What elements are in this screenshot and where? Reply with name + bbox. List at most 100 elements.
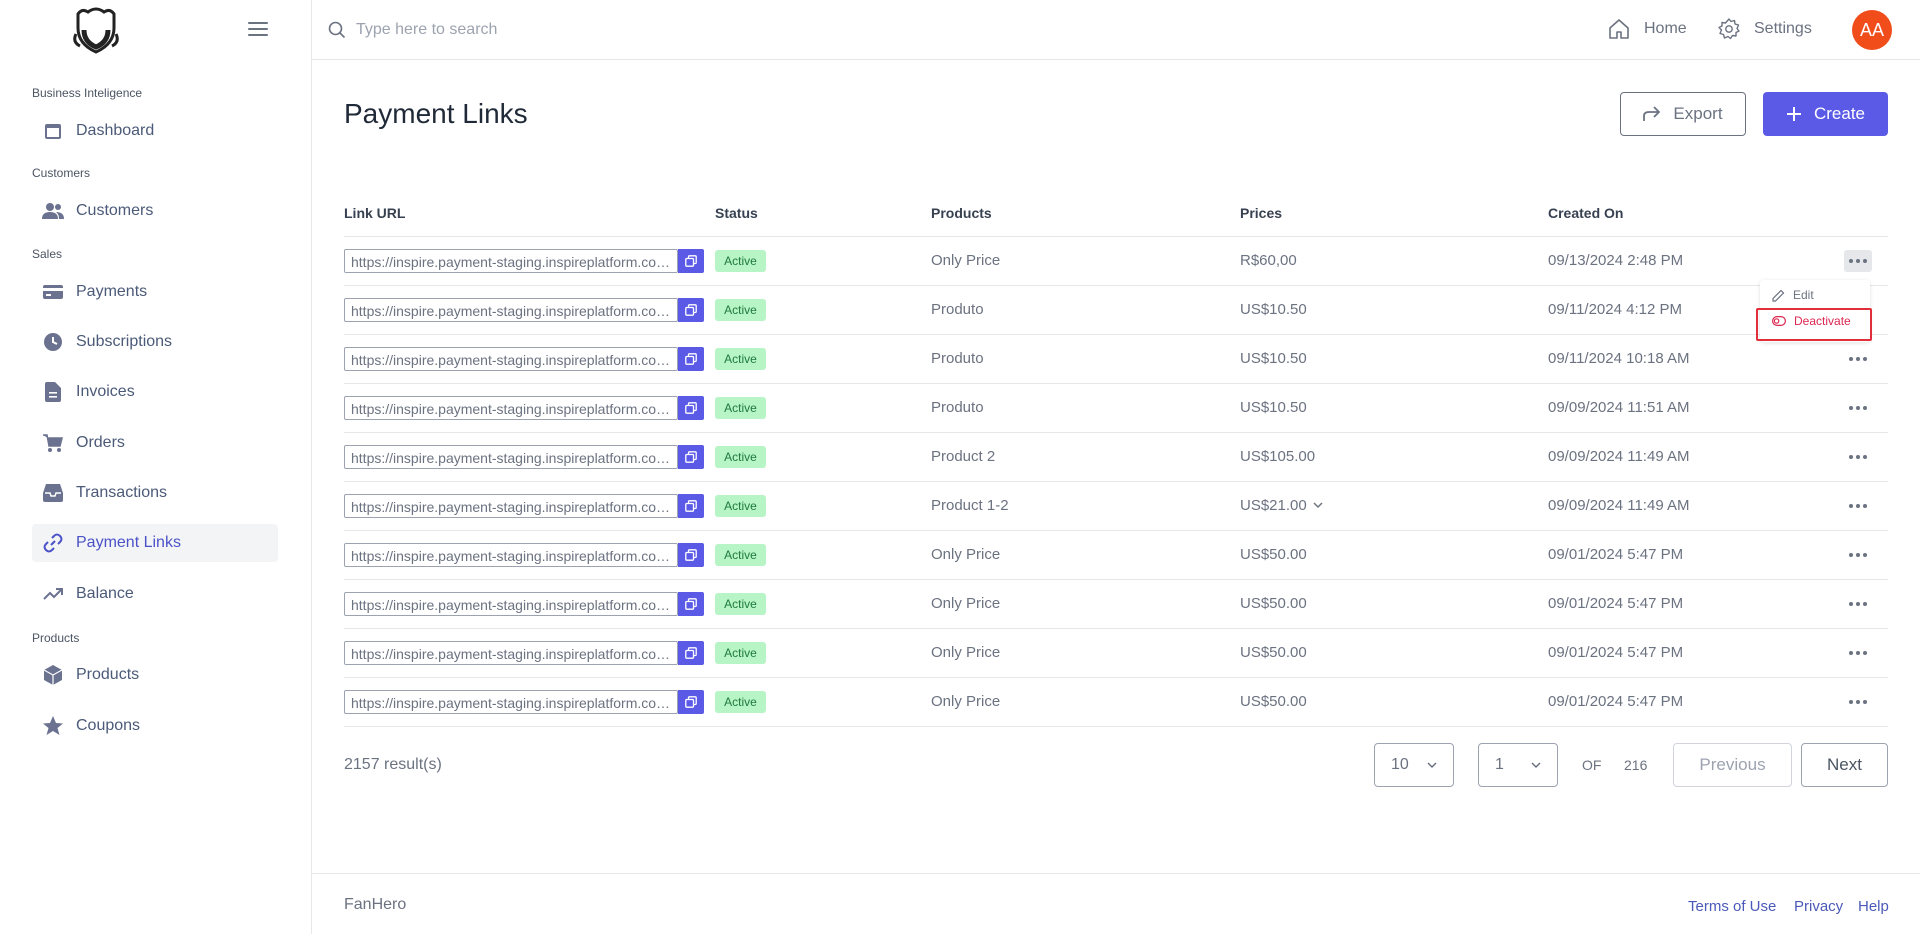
avatar[interactable]: AA xyxy=(1852,10,1892,50)
sidebar-item-subscriptions[interactable]: Subscriptions xyxy=(32,323,278,361)
status-badge: Active xyxy=(715,593,766,615)
created-on-cell: 09/11/2024 4:12 PM xyxy=(1548,301,1682,318)
sidebar-item-products[interactable]: Products xyxy=(32,656,278,694)
brand-logo-icon[interactable] xyxy=(68,6,124,54)
product-cell: Produto xyxy=(931,399,984,416)
copy-link-button[interactable] xyxy=(678,396,704,420)
copy-link-button[interactable] xyxy=(678,347,704,371)
row-more-actions-button[interactable] xyxy=(1844,544,1872,566)
menu-item-edit[interactable]: Edit xyxy=(1772,288,1814,302)
copy-icon xyxy=(685,549,697,561)
column-header-link-url[interactable]: Link URL xyxy=(344,205,405,221)
footer: FanHero Terms of Use Privacy Help xyxy=(312,873,1920,934)
status-badge: Active xyxy=(715,642,766,664)
footer-link-privacy[interactable]: Privacy xyxy=(1794,898,1843,915)
link-url-field[interactable]: https://inspire.payment-staging.inspirep… xyxy=(344,690,678,714)
credit-card-icon xyxy=(42,281,64,303)
sidebar-item-coupons[interactable]: Coupons xyxy=(32,707,278,745)
sidebar-item-payment-links[interactable]: Payment Links xyxy=(32,524,278,562)
row-more-actions-button[interactable] xyxy=(1844,691,1872,713)
status-badge: Active xyxy=(715,446,766,468)
link-url-field[interactable]: https://inspire.payment-staging.inspirep… xyxy=(344,494,678,518)
cube-icon xyxy=(42,664,64,686)
copy-link-button[interactable] xyxy=(678,690,704,714)
product-cell: Produto xyxy=(931,350,984,367)
section-title-business: Business Inteligence xyxy=(32,86,143,100)
row-more-actions-button[interactable] xyxy=(1844,593,1872,615)
home-link[interactable]: Home xyxy=(1608,18,1687,40)
copy-link-button[interactable] xyxy=(678,445,704,469)
product-cell: Product 1-2 xyxy=(931,497,1009,514)
search-input[interactable] xyxy=(356,18,956,42)
settings-link[interactable]: Settings xyxy=(1718,18,1812,40)
row-more-actions-button[interactable] xyxy=(1844,446,1872,468)
price-cell: US$10.50 xyxy=(1240,399,1307,416)
copy-link-button[interactable] xyxy=(678,592,704,616)
menu-toggle-icon[interactable] xyxy=(246,18,270,42)
page-title: Payment Links xyxy=(344,98,528,129)
price-cell: US$10.50 xyxy=(1240,301,1307,318)
price-cell: US$50.00 xyxy=(1240,595,1307,612)
section-title-customers: Customers xyxy=(32,166,91,180)
sidebar-item-label: Transactions xyxy=(76,484,167,501)
column-header-status[interactable]: Status xyxy=(715,205,758,221)
create-button[interactable]: Create xyxy=(1763,92,1888,136)
created-on-cell: 09/01/2024 5:47 PM xyxy=(1548,644,1684,661)
row-divider xyxy=(344,726,1888,727)
link-url-field[interactable]: https://inspire.payment-staging.inspirep… xyxy=(344,249,678,273)
price-cell: R$60,00 xyxy=(1240,252,1297,269)
copy-link-button[interactable] xyxy=(678,298,704,322)
copy-link-button[interactable] xyxy=(678,494,704,518)
link-url-field[interactable]: https://inspire.payment-staging.inspirep… xyxy=(344,396,678,420)
sidebar-item-balance[interactable]: Balance xyxy=(32,575,278,613)
menu-item-deactivate[interactable]: Deactivate xyxy=(1772,314,1851,328)
current-page-select[interactable]: 1 xyxy=(1478,743,1558,787)
sidebar-item-dashboard[interactable]: Dashboard xyxy=(32,112,278,150)
column-header-created-on[interactable]: Created On xyxy=(1548,205,1623,221)
next-button[interactable]: Next xyxy=(1801,743,1888,787)
previous-button[interactable]: Previous xyxy=(1673,743,1792,787)
link-url-field[interactable]: https://inspire.payment-staging.inspirep… xyxy=(344,641,678,665)
column-header-products[interactable]: Products xyxy=(931,205,992,221)
sidebar-item-transactions[interactable]: Transactions xyxy=(32,474,278,512)
row-divider xyxy=(344,530,1888,531)
sidebar-item-label: Products xyxy=(76,666,140,683)
sidebar-item-invoices[interactable]: Invoices xyxy=(32,373,278,411)
price-cell: US$50.00 xyxy=(1240,644,1307,661)
table-header-divider xyxy=(344,236,1888,237)
product-cell: Product 2 xyxy=(931,448,996,465)
deactivate-label: Deactivate xyxy=(1794,314,1851,328)
row-more-actions-button[interactable] xyxy=(1844,348,1872,370)
link-url-field[interactable]: https://inspire.payment-staging.inspirep… xyxy=(344,445,678,469)
copy-link-button[interactable] xyxy=(678,249,704,273)
sidebar-item-payments[interactable]: Payments xyxy=(32,273,278,311)
price-value: US$50.00 xyxy=(1240,693,1307,710)
footer-link-help[interactable]: Help xyxy=(1858,898,1889,915)
trending-up-icon xyxy=(42,583,64,605)
copy-icon xyxy=(685,500,697,512)
page-size-select[interactable]: 10 xyxy=(1374,743,1454,787)
column-header-prices[interactable]: Prices xyxy=(1240,205,1282,221)
footer-link-terms[interactable]: Terms of Use xyxy=(1688,898,1776,915)
export-button[interactable]: Export xyxy=(1620,92,1746,136)
status-badge: Active xyxy=(715,250,766,272)
link-url-field[interactable]: https://inspire.payment-staging.inspirep… xyxy=(344,347,678,371)
chevron-down-icon xyxy=(1531,762,1541,769)
row-divider xyxy=(344,677,1888,678)
row-more-actions-button[interactable] xyxy=(1844,495,1872,517)
row-more-actions-button[interactable] xyxy=(1844,642,1872,664)
row-more-actions-button[interactable] xyxy=(1844,397,1872,419)
sidebar-item-label: Orders xyxy=(76,434,125,451)
sidebar-item-customers[interactable]: Customers xyxy=(32,192,278,230)
copy-link-button[interactable] xyxy=(678,641,704,665)
price-value: US$21.00 xyxy=(1240,497,1307,514)
link-url-field[interactable]: https://inspire.payment-staging.inspirep… xyxy=(344,592,678,616)
row-more-actions-button[interactable] xyxy=(1844,250,1872,272)
price-cell[interactable]: US$21.00 xyxy=(1240,497,1323,514)
created-on-cell: 09/09/2024 11:49 AM xyxy=(1548,448,1690,465)
section-title-products: Products xyxy=(32,631,80,645)
copy-link-button[interactable] xyxy=(678,543,704,567)
link-url-field[interactable]: https://inspire.payment-staging.inspirep… xyxy=(344,298,678,322)
link-url-field[interactable]: https://inspire.payment-staging.inspirep… xyxy=(344,543,678,567)
sidebar-item-orders[interactable]: Orders xyxy=(32,424,278,462)
